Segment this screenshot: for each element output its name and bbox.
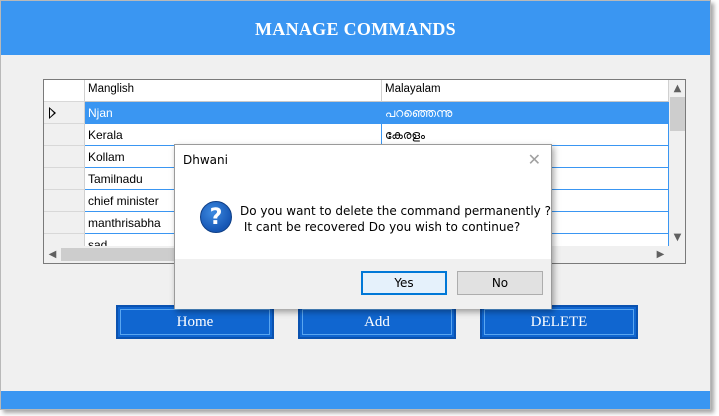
cell-malayalam[interactable]: പറഞ്ഞെന്നു bbox=[382, 102, 669, 124]
dialog-message: Do you want to delete the command perman… bbox=[240, 203, 551, 235]
cell-malayalam[interactable]: കേരളം bbox=[382, 124, 669, 146]
scroll-up-icon[interactable]: ▲ bbox=[669, 80, 685, 97]
dialog-message-line-2: It cant be recovered Do you wish to cont… bbox=[240, 220, 521, 234]
row-header[interactable] bbox=[44, 168, 85, 190]
dialog-message-line-1: Do you want to delete the command perman… bbox=[240, 204, 551, 218]
current-row-arrow-icon bbox=[49, 107, 56, 119]
column-header-manglish[interactable]: Manglish bbox=[85, 80, 382, 102]
dialog-titlebar[interactable]: Dhwani ✕ bbox=[175, 145, 551, 175]
row-header[interactable] bbox=[44, 234, 85, 246]
header-corner bbox=[44, 80, 85, 102]
question-icon: ? bbox=[200, 201, 232, 233]
manage-commands-window: MANAGE COMMANDS Manglish Malayalam Njan പ… bbox=[0, 0, 711, 410]
cell-manglish[interactable]: Njan bbox=[85, 102, 382, 124]
confirm-delete-dialog: Dhwani ✕ ? Do you want to delete the com… bbox=[174, 144, 552, 309]
row-header[interactable] bbox=[44, 146, 85, 168]
table-row[interactable]: Kerala കേരളം bbox=[44, 124, 669, 146]
dialog-button-bar: Yes No bbox=[175, 259, 551, 309]
vertical-scroll-thumb[interactable] bbox=[670, 97, 685, 131]
scroll-right-icon[interactable]: ▶ bbox=[652, 246, 669, 263]
vertical-scrollbar[interactable]: ▲ ▼ bbox=[669, 80, 685, 246]
column-header-malayalam[interactable]: Malayalam bbox=[382, 80, 669, 102]
cell-manglish[interactable]: Kerala bbox=[85, 124, 382, 146]
close-icon[interactable]: ✕ bbox=[528, 150, 541, 169]
grid-header-row: Manglish Malayalam bbox=[44, 80, 669, 102]
yes-button[interactable]: Yes bbox=[361, 271, 447, 295]
row-header[interactable] bbox=[44, 102, 85, 124]
home-button[interactable]: Home bbox=[116, 305, 274, 339]
row-header[interactable] bbox=[44, 190, 85, 212]
scroll-down-icon[interactable]: ▼ bbox=[669, 229, 685, 246]
scroll-left-icon[interactable]: ◀ bbox=[44, 246, 61, 263]
header-bar: MANAGE COMMANDS bbox=[1, 1, 710, 55]
table-row[interactable]: Njan പറഞ്ഞെന്നു bbox=[44, 102, 669, 124]
add-button[interactable]: Add bbox=[298, 305, 456, 339]
horizontal-scroll-thumb[interactable] bbox=[61, 248, 191, 261]
row-header[interactable] bbox=[44, 124, 85, 146]
no-button[interactable]: No bbox=[457, 271, 543, 295]
delete-button[interactable]: DELETE bbox=[480, 305, 638, 339]
row-header[interactable] bbox=[44, 212, 85, 234]
footer-bar bbox=[1, 391, 710, 409]
page-title: MANAGE COMMANDS bbox=[255, 18, 456, 39]
dialog-title: Dhwani bbox=[183, 153, 228, 167]
scrollbar-corner bbox=[669, 246, 685, 263]
